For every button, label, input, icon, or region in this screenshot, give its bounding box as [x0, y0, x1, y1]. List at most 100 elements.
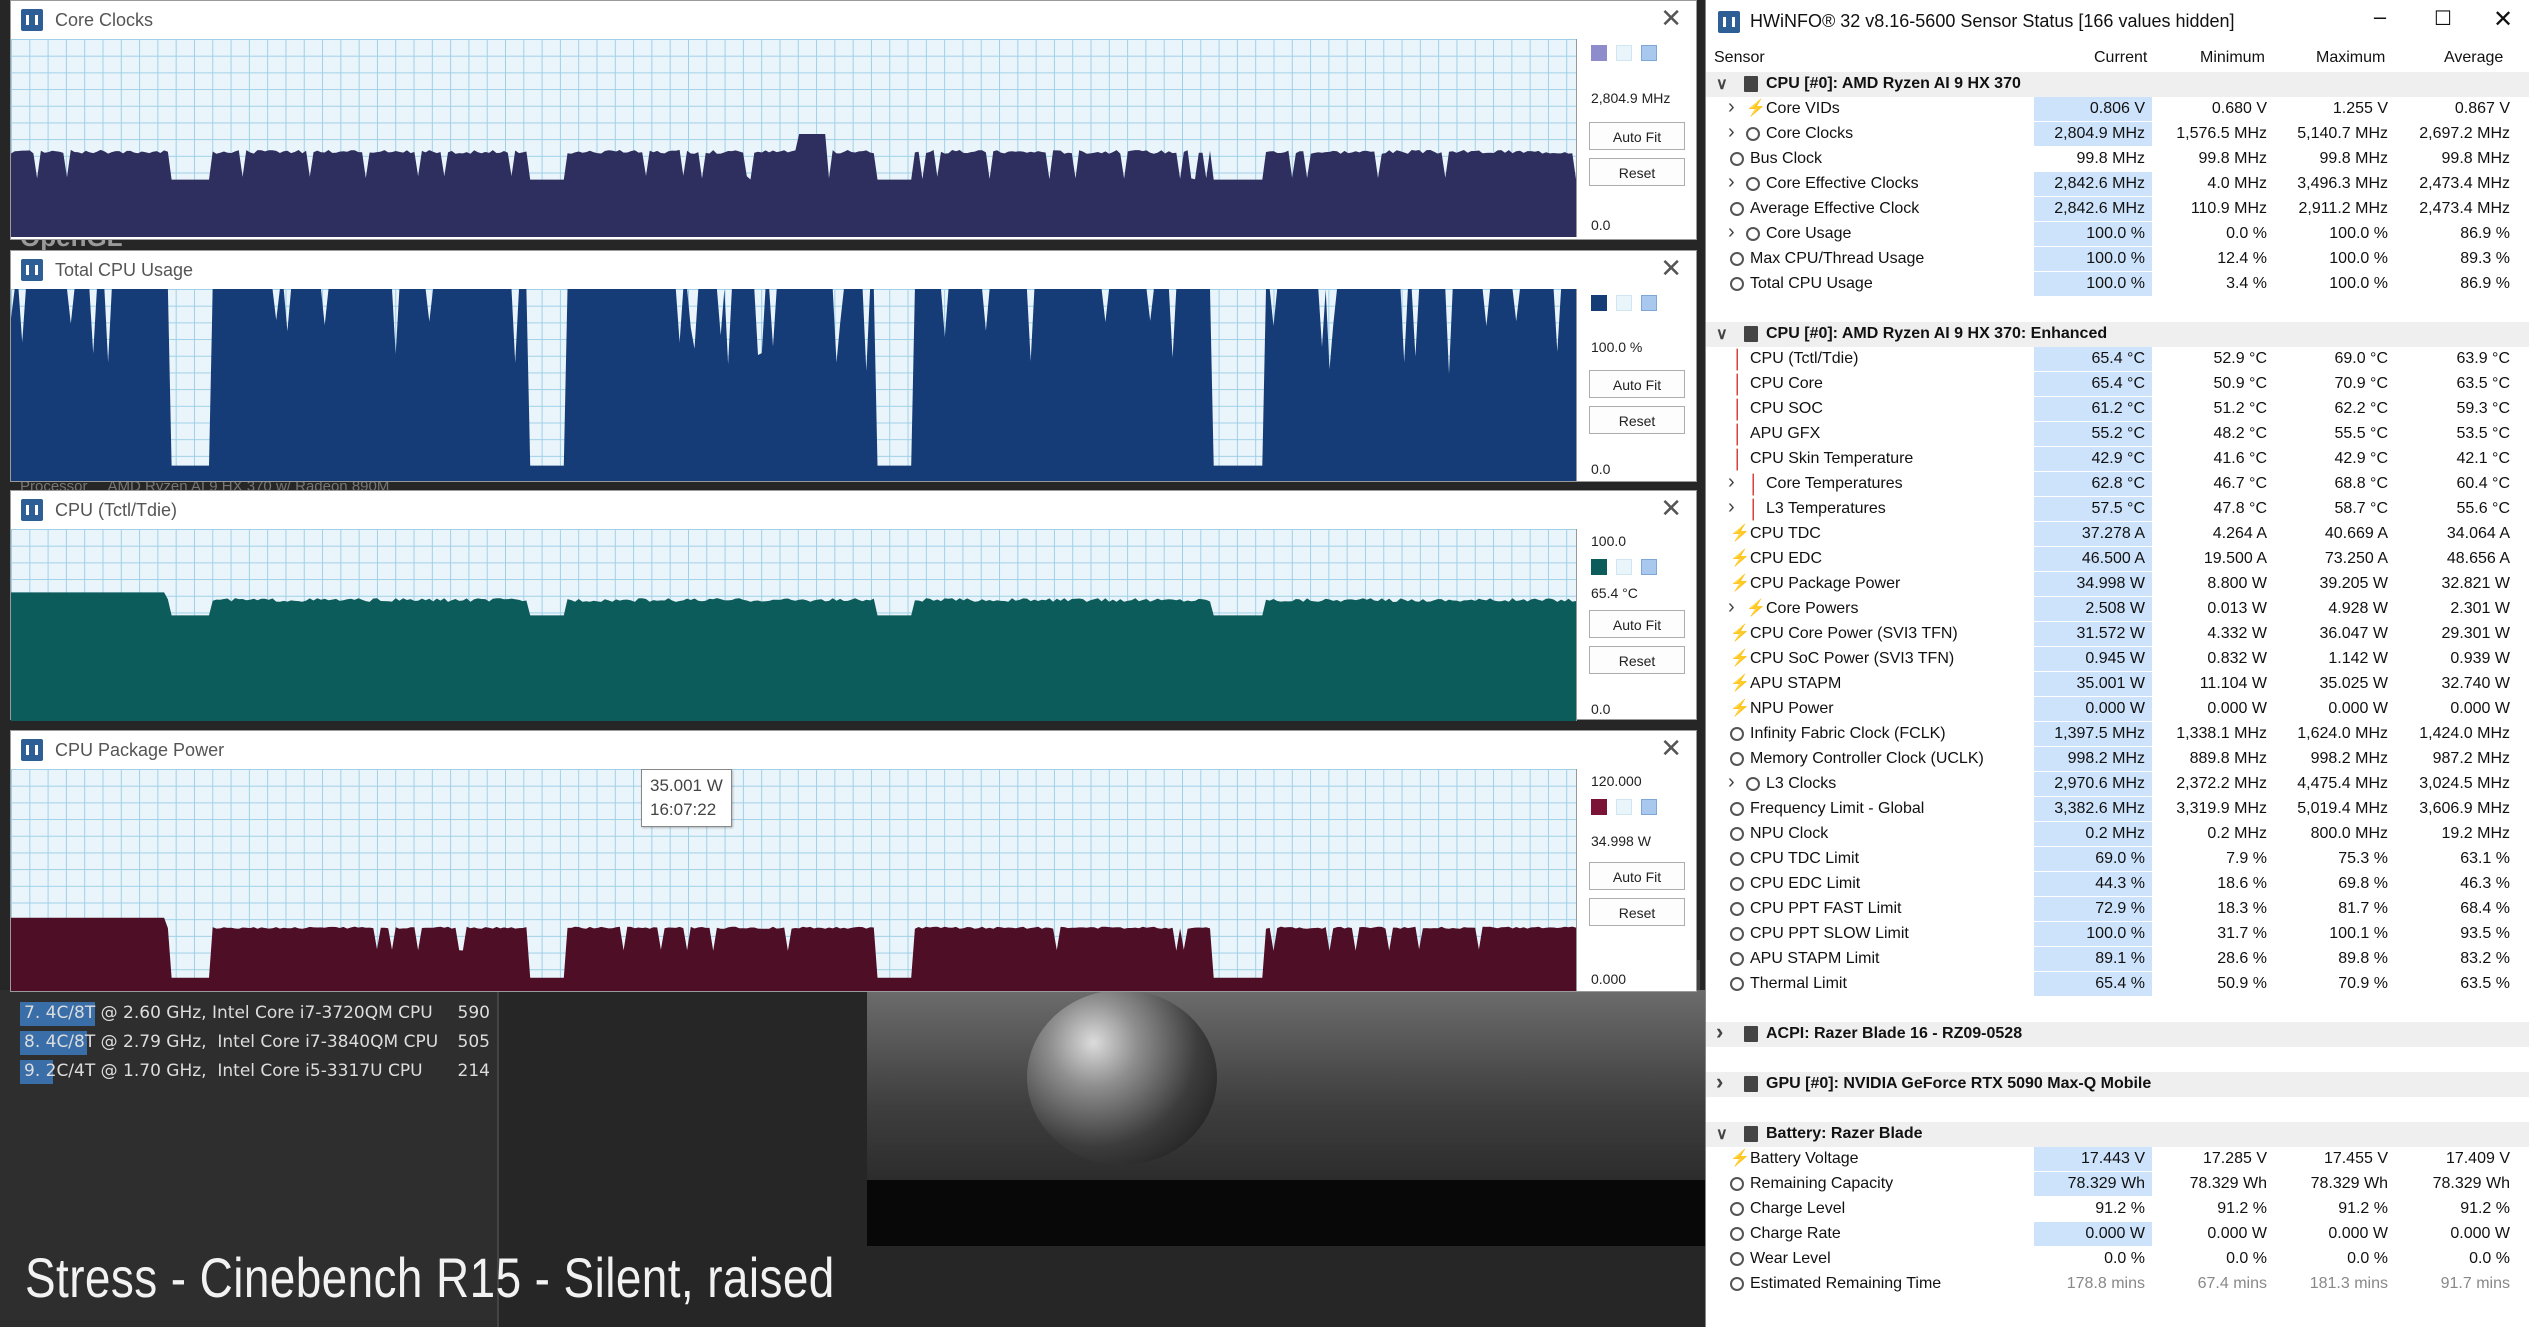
sensor-row[interactable]: › Core Usage 100.0 % 0.0 % 100.0 % 86.9 % — [1706, 221, 2529, 247]
sensor-group[interactable]: › GPU [#0]: NVIDIA GeForce RTX 5090 Max-Q… — [1706, 1069, 2529, 1097]
chevron-right-icon[interactable]: › — [1728, 471, 1735, 494]
sensor-row[interactable]: Memory Controller Clock (UCLK) 998.2 MHz 8… — [1706, 747, 2529, 772]
chevron-down-icon[interactable]: ∨ — [1716, 324, 1728, 344]
graph-title-bar[interactable]: CPU (Tctl/Tdie) ✕ — [11, 491, 1696, 529]
sensor-row[interactable]: NPU Clock 0.2 MHz 0.2 MHz 800.0 MHz 19.2 MHz — [1706, 822, 2529, 847]
auto-fit-button[interactable]: Auto Fit — [1589, 370, 1685, 398]
graph-grid-swatch[interactable] — [1641, 45, 1657, 61]
graph-plot[interactable] — [11, 289, 1577, 481]
sensor-row[interactable]: Max CPU/Thread Usage 100.0 % 12.4 % 100.0 %… — [1706, 247, 2529, 272]
header-minimum[interactable]: Minimum — [2200, 49, 2265, 67]
graph-color-swatch[interactable] — [1591, 559, 1607, 575]
sensor-row[interactable]: › │ L3 Temperatures 57.5 °C 47.8 °C 58.7 °C 55… — [1706, 496, 2529, 522]
sensor-row[interactable]: Charge Level 91.2 % 91.2 % 91.2 % 91.2 % — [1706, 1197, 2529, 1222]
chevron-right-icon[interactable]: › — [1728, 221, 1735, 244]
graph-grid-swatch[interactable] — [1641, 799, 1657, 815]
sensor-row[interactable]: › Core Effective Clocks 2,842.6 MHz 4.0 MHz… — [1706, 171, 2529, 197]
sensor-row[interactable]: Average Effective Clock 2,842.6 MHz 110.9 … — [1706, 197, 2529, 222]
sensor-row[interactable]: Total CPU Usage 100.0 % 3.4 % 100.0 % 86.9 % — [1706, 272, 2529, 297]
reset-button[interactable]: Reset — [1589, 898, 1685, 926]
graph-background-swatch[interactable] — [1616, 559, 1632, 575]
sensor-row[interactable]: │ CPU (Tctl/Tdie) 65.4 °C 52.9 °C 69.0 °C 63.… — [1706, 347, 2529, 372]
chevron-right-icon[interactable]: › — [1716, 1019, 1723, 1045]
sensor-group[interactable]: ∨ Battery: Razer Blade — [1706, 1122, 2529, 1147]
graph-title-bar[interactable]: Total CPU Usage ✕ — [11, 251, 1696, 289]
close-icon[interactable]: ✕ — [1660, 735, 1682, 761]
chevron-right-icon[interactable]: › — [1728, 96, 1735, 119]
sensor-row[interactable]: ⚡ Battery Voltage 17.443 V 17.285 V 17.455 V… — [1706, 1147, 2529, 1172]
auto-fit-button[interactable]: Auto Fit — [1589, 122, 1685, 150]
sensor-row[interactable]: Wear Level 0.0 % 0.0 % 0.0 % 0.0 % — [1706, 1247, 2529, 1272]
sensor-row[interactable]: › L3 Clocks 2,970.6 MHz 2,372.2 MHz 4,475.4 … — [1706, 771, 2529, 797]
graph-window-clocks[interactable]: Core Clocks ✕ 2,804.9 MHz Auto Fit Reset 0.0 — [10, 0, 1697, 240]
reset-button[interactable]: Reset — [1589, 158, 1685, 186]
graph-color-swatch[interactable] — [1591, 799, 1607, 815]
graph-window-power[interactable]: CPU Package Power ✕ 35.001 W 16:07:22 120.00… — [10, 730, 1697, 992]
chevron-down-icon[interactable]: ∨ — [1716, 74, 1728, 94]
sensor-row[interactable]: CPU PPT FAST Limit 72.9 % 18.3 % 81.7 % 68.4… — [1706, 897, 2529, 922]
sensor-row[interactable]: │ CPU Skin Temperature 42.9 °C 41.6 °C 42.9 … — [1706, 447, 2529, 472]
close-icon[interactable]: ✕ — [1660, 495, 1682, 521]
graph-grid-swatch[interactable] — [1641, 295, 1657, 311]
graph-title-bar[interactable]: Core Clocks ✕ — [11, 1, 1696, 39]
sensor-row[interactable]: › ⚡ Core VIDs 0.806 V 0.680 V 1.255 V 0.867 V — [1706, 96, 2529, 122]
sensor-row[interactable]: ⚡ APU STAPM 35.001 W 11.104 W 35.025 W 32.740… — [1706, 672, 2529, 697]
close-button[interactable]: ✕ — [2483, 5, 2523, 34]
chevron-right-icon[interactable]: › — [1728, 171, 1735, 194]
chevron-right-icon[interactable]: › — [1728, 596, 1735, 619]
sensor-row[interactable]: CPU TDC Limit 69.0 % 7.9 % 75.3 % 63.1 % — [1706, 847, 2529, 872]
sensor-row[interactable]: Estimated Remaining Time 178.8 mins 67.4 m… — [1706, 1272, 2529, 1297]
chevron-down-icon[interactable]: ∨ — [1716, 1124, 1728, 1144]
graph-window-usage[interactable]: Total CPU Usage ✕ 100.0 % Auto Fit Reset 0.0 — [10, 250, 1697, 482]
graph-plot[interactable] — [11, 39, 1577, 237]
minimize-button[interactable]: – — [2360, 4, 2400, 30]
header-average[interactable]: Average — [2444, 49, 2503, 67]
sensor-row[interactable]: CPU PPT SLOW Limit 100.0 % 31.7 % 100.1 % 93… — [1706, 922, 2529, 947]
sensor-row[interactable]: CPU EDC Limit 44.3 % 18.6 % 69.8 % 46.3 % — [1706, 872, 2529, 897]
sensor-row[interactable]: › Core Clocks 2,804.9 MHz 1,576.5 MHz 5,140.… — [1706, 121, 2529, 147]
chevron-right-icon[interactable]: › — [1716, 1069, 1723, 1095]
graph-background-swatch[interactable] — [1616, 295, 1632, 311]
sensor-row[interactable]: Infinity Fabric Clock (FCLK) 1,397.5 MHz 1… — [1706, 722, 2529, 747]
sensor-row[interactable]: › │ Core Temperatures 62.8 °C 46.7 °C 68.8 °C… — [1706, 471, 2529, 497]
sensor-row[interactable]: Remaining Capacity 78.329 Wh 78.329 Wh 78.3… — [1706, 1172, 2529, 1197]
sensor-row[interactable]: │ APU GFX 55.2 °C 48.2 °C 55.5 °C 53.5 °C — [1706, 422, 2529, 447]
header-maximum[interactable]: Maximum — [2316, 49, 2385, 67]
graph-color-swatch[interactable] — [1591, 45, 1607, 61]
sensor-row[interactable]: › ⚡ Core Powers 2.508 W 0.013 W 4.928 W 2.301 … — [1706, 596, 2529, 622]
auto-fit-button[interactable]: Auto Fit — [1589, 862, 1685, 890]
close-icon[interactable]: ✕ — [1660, 5, 1682, 31]
title-bar[interactable]: HWiNFO® 32 v8.16-5600 Sensor Status [166… — [1706, 0, 2529, 44]
graph-grid-swatch[interactable] — [1641, 559, 1657, 575]
sensor-row[interactable]: ⚡ CPU Package Power 34.998 W 8.800 W 39.205 … — [1706, 572, 2529, 597]
graph-plot[interactable] — [11, 529, 1577, 721]
graph-color-swatch[interactable] — [1591, 295, 1607, 311]
sensor-row[interactable]: │ CPU Core 65.4 °C 50.9 °C 70.9 °C 63.5 °C — [1706, 372, 2529, 397]
reset-button[interactable]: Reset — [1589, 406, 1685, 434]
close-icon[interactable]: ✕ — [1660, 255, 1682, 281]
graph-window-temp[interactable]: CPU (Tctl/Tdie) ✕ 100.0 65.4 °C Auto Fit Rese… — [10, 490, 1697, 721]
sensor-row[interactable]: ⚡ NPU Power 0.000 W 0.000 W 0.000 W 0.000 W — [1706, 697, 2529, 722]
graph-background-swatch[interactable] — [1616, 799, 1632, 815]
header-sensor[interactable]: Sensor — [1714, 49, 1765, 67]
chevron-right-icon[interactable]: › — [1728, 771, 1735, 794]
sensor-row[interactable]: ⚡ CPU TDC 37.278 A 4.264 A 40.669 A 34.064 A — [1706, 522, 2529, 547]
sensor-row[interactable]: Bus Clock 99.8 MHz 99.8 MHz 99.8 MHz 99.8 MH… — [1706, 147, 2529, 172]
graph-title-bar[interactable]: CPU Package Power ✕ — [11, 731, 1696, 769]
header-current[interactable]: Current — [2094, 49, 2147, 67]
graph-plot[interactable]: 35.001 W 16:07:22 — [11, 769, 1577, 991]
reset-button[interactable]: Reset — [1589, 646, 1685, 674]
sensor-row[interactable]: APU STAPM Limit 89.1 % 28.6 % 89.8 % 83.2 % — [1706, 947, 2529, 972]
sensor-row[interactable]: ⚡ CPU SoC Power (SVI3 TFN) 0.945 W 0.832 W 1… — [1706, 647, 2529, 672]
chevron-right-icon[interactable]: › — [1728, 496, 1735, 519]
sensor-row[interactable]: Frequency Limit - Global 3,382.6 MHz 3,319… — [1706, 797, 2529, 822]
graph-background-swatch[interactable] — [1616, 45, 1632, 61]
sensor-group[interactable]: ∨ CPU [#0]: AMD Ryzen AI 9 HX 370 — [1706, 72, 2529, 97]
sensor-group[interactable]: › ACPI: Razer Blade 16 - RZ09-0528 — [1706, 1019, 2529, 1047]
auto-fit-button[interactable]: Auto Fit — [1589, 610, 1685, 638]
sensor-row[interactable]: │ CPU SOC 61.2 °C 51.2 °C 62.2 °C 59.3 °C — [1706, 397, 2529, 422]
chevron-right-icon[interactable]: › — [1728, 121, 1735, 144]
sensor-group[interactable]: ∨ CPU [#0]: AMD Ryzen AI 9 HX 370: Enhanc… — [1706, 322, 2529, 347]
maximize-button[interactable]: ☐ — [2423, 6, 2463, 31]
sensor-row[interactable]: Thermal Limit 65.4 % 50.9 % 70.9 % 63.5 % — [1706, 972, 2529, 997]
